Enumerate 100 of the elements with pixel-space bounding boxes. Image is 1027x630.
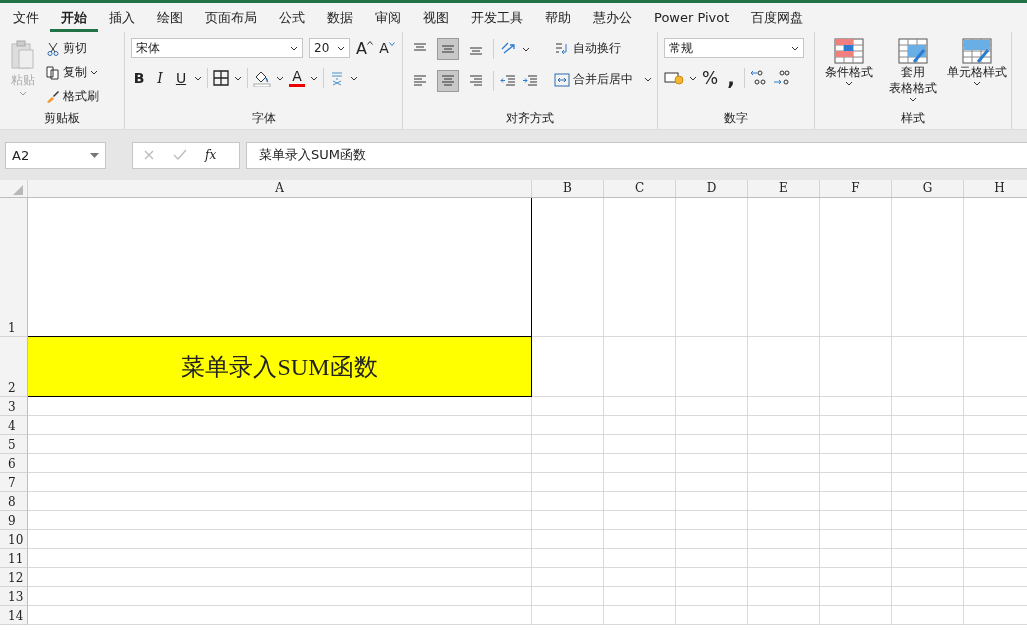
wrap-text-button[interactable]: 自动换行 <box>554 38 652 59</box>
column-header[interactable]: G <box>892 180 964 197</box>
row-header[interactable]: 7 <box>0 473 28 492</box>
number-format-dropdown[interactable]: 常规 <box>664 38 804 58</box>
grid-brush-icon <box>962 38 992 64</box>
horizontal-align-button[interactable] <box>437 70 459 92</box>
ribbon-tab[interactable]: 数据 <box>316 3 364 32</box>
group-label: 字体 <box>251 109 276 127</box>
caret-icon <box>337 45 345 51</box>
borders-icon[interactable] <box>213 70 229 86</box>
wrap-icon <box>554 40 570 57</box>
row-header[interactable]: 13 <box>0 587 28 606</box>
ribbon-tab[interactable]: 视图 <box>412 3 460 32</box>
formula-input[interactable]: 菜单录入SUM函数 <box>246 141 1027 169</box>
caret-icon[interactable] <box>194 75 202 81</box>
group-label: 数字 <box>724 109 748 127</box>
ribbon-tab[interactable]: 帮助 <box>534 3 582 32</box>
ribbon-tab[interactable]: 慧办公 <box>582 3 643 32</box>
row-header[interactable]: 6 <box>0 454 28 473</box>
font-name-dropdown[interactable]: 宋体 <box>131 38 303 58</box>
decrease-decimal-icon[interactable] <box>773 69 792 87</box>
column-header[interactable]: H <box>964 180 1027 197</box>
decrease-font-button[interactable]: A <box>378 40 395 56</box>
up-caret-icon <box>366 40 373 45</box>
percent-button[interactable]: % <box>702 68 719 88</box>
triangle-icon <box>13 185 23 195</box>
row-header[interactable]: 9 <box>0 511 28 530</box>
ribbon-tab[interactable]: 文件 <box>2 3 50 32</box>
column-header[interactable]: E <box>748 180 820 197</box>
ribbon-tab[interactable]: Power Pivot <box>643 3 741 32</box>
group-label: 对齐方式 <box>506 109 554 127</box>
underline-button[interactable]: U <box>173 70 189 86</box>
fill-bucket-icon[interactable] <box>253 69 271 87</box>
row-header[interactable]: 11 <box>0 549 28 568</box>
column-header[interactable]: C <box>604 180 676 197</box>
brush-icon <box>46 89 60 104</box>
currency-icon[interactable] <box>664 70 684 86</box>
enter-icon[interactable] <box>173 149 187 161</box>
align-lines-icon <box>413 75 427 87</box>
caret-icon[interactable] <box>350 75 358 81</box>
align-lines-icon <box>469 75 483 87</box>
caret-icon[interactable] <box>234 75 242 81</box>
column-header[interactable]: D <box>676 180 748 197</box>
caret-icon[interactable] <box>276 75 284 81</box>
increase-indent-icon[interactable] <box>522 74 538 88</box>
font-color-button[interactable]: A <box>289 69 305 87</box>
table-cell[interactable]: 菜单录入SUM函数 <box>28 337 532 397</box>
caret-icon[interactable] <box>310 75 318 81</box>
ribbon-tab[interactable]: 审阅 <box>364 3 412 32</box>
vertical-align-button[interactable] <box>437 38 459 60</box>
group-label: 样式 <box>901 109 925 127</box>
caret-icon <box>19 91 27 96</box>
ribbon-tab[interactable]: 插入 <box>98 3 146 32</box>
caret-icon <box>791 45 799 51</box>
cancel-icon[interactable] <box>143 149 155 161</box>
row-header[interactable]: 2 <box>0 337 28 397</box>
increase-decimal-icon[interactable] <box>750 69 769 87</box>
ribbon-tab[interactable]: 公式 <box>268 3 316 32</box>
caret-icon <box>644 77 652 82</box>
copy-icon <box>46 65 60 80</box>
italic-button[interactable]: I <box>152 70 168 86</box>
cut-button[interactable]: 剪切 <box>46 38 99 59</box>
ribbon-tab[interactable]: 页面布局 <box>194 3 268 32</box>
cell-styles-button[interactable]: 单元格样式 <box>949 38 1005 107</box>
caret-icon <box>845 81 853 86</box>
column-header[interactable]: F <box>820 180 892 197</box>
highlighted-grid-icon <box>834 38 864 64</box>
bold-button[interactable]: B <box>131 70 147 86</box>
ribbon-tab[interactable]: 开发工具 <box>460 3 534 32</box>
caret-icon[interactable] <box>689 75 697 81</box>
caret-icon <box>388 42 395 46</box>
row-header[interactable]: 5 <box>0 435 28 454</box>
insert-function-button[interactable]: fx <box>205 148 217 162</box>
clipboard-icon <box>10 40 36 70</box>
decrease-indent-icon[interactable] <box>500 74 516 88</box>
row-header[interactable]: 3 <box>0 397 28 416</box>
caret-icon[interactable] <box>522 46 530 52</box>
row-header[interactable]: 10 <box>0 530 28 549</box>
font-size-dropdown[interactable]: 20 <box>309 38 350 58</box>
caret-icon <box>90 70 98 75</box>
format-as-table-button[interactable]: 套用 表格格式 <box>885 38 941 107</box>
column-header[interactable]: A <box>28 180 532 197</box>
align-lines-icon <box>441 43 455 55</box>
group-label: 剪贴板 <box>44 109 80 127</box>
phonetic-icon[interactable] <box>329 70 345 86</box>
row-header[interactable]: 1 <box>0 198 28 337</box>
row-header[interactable]: 8 <box>0 492 28 511</box>
increase-font-button[interactable]: A <box>356 38 373 58</box>
name-box[interactable]: A2 <box>5 141 106 169</box>
caret-icon <box>909 97 917 102</box>
ribbon-tab[interactable]: 绘图 <box>146 3 194 32</box>
column-header[interactable]: B <box>532 180 604 197</box>
conditional-format-button[interactable]: 条件格式 <box>821 38 877 107</box>
copy-button[interactable]: 复制 <box>46 62 99 83</box>
row-header[interactable]: 14 <box>0 606 28 625</box>
ribbon-tab[interactable]: 百度网盘 <box>740 3 815 32</box>
format-painter-button[interactable]: 格式刷 <box>46 86 99 107</box>
merge-center-button[interactable]: 合并后居中 <box>554 69 652 90</box>
row-header[interactable]: 12 <box>0 568 28 587</box>
row-header[interactable]: 4 <box>0 416 28 435</box>
